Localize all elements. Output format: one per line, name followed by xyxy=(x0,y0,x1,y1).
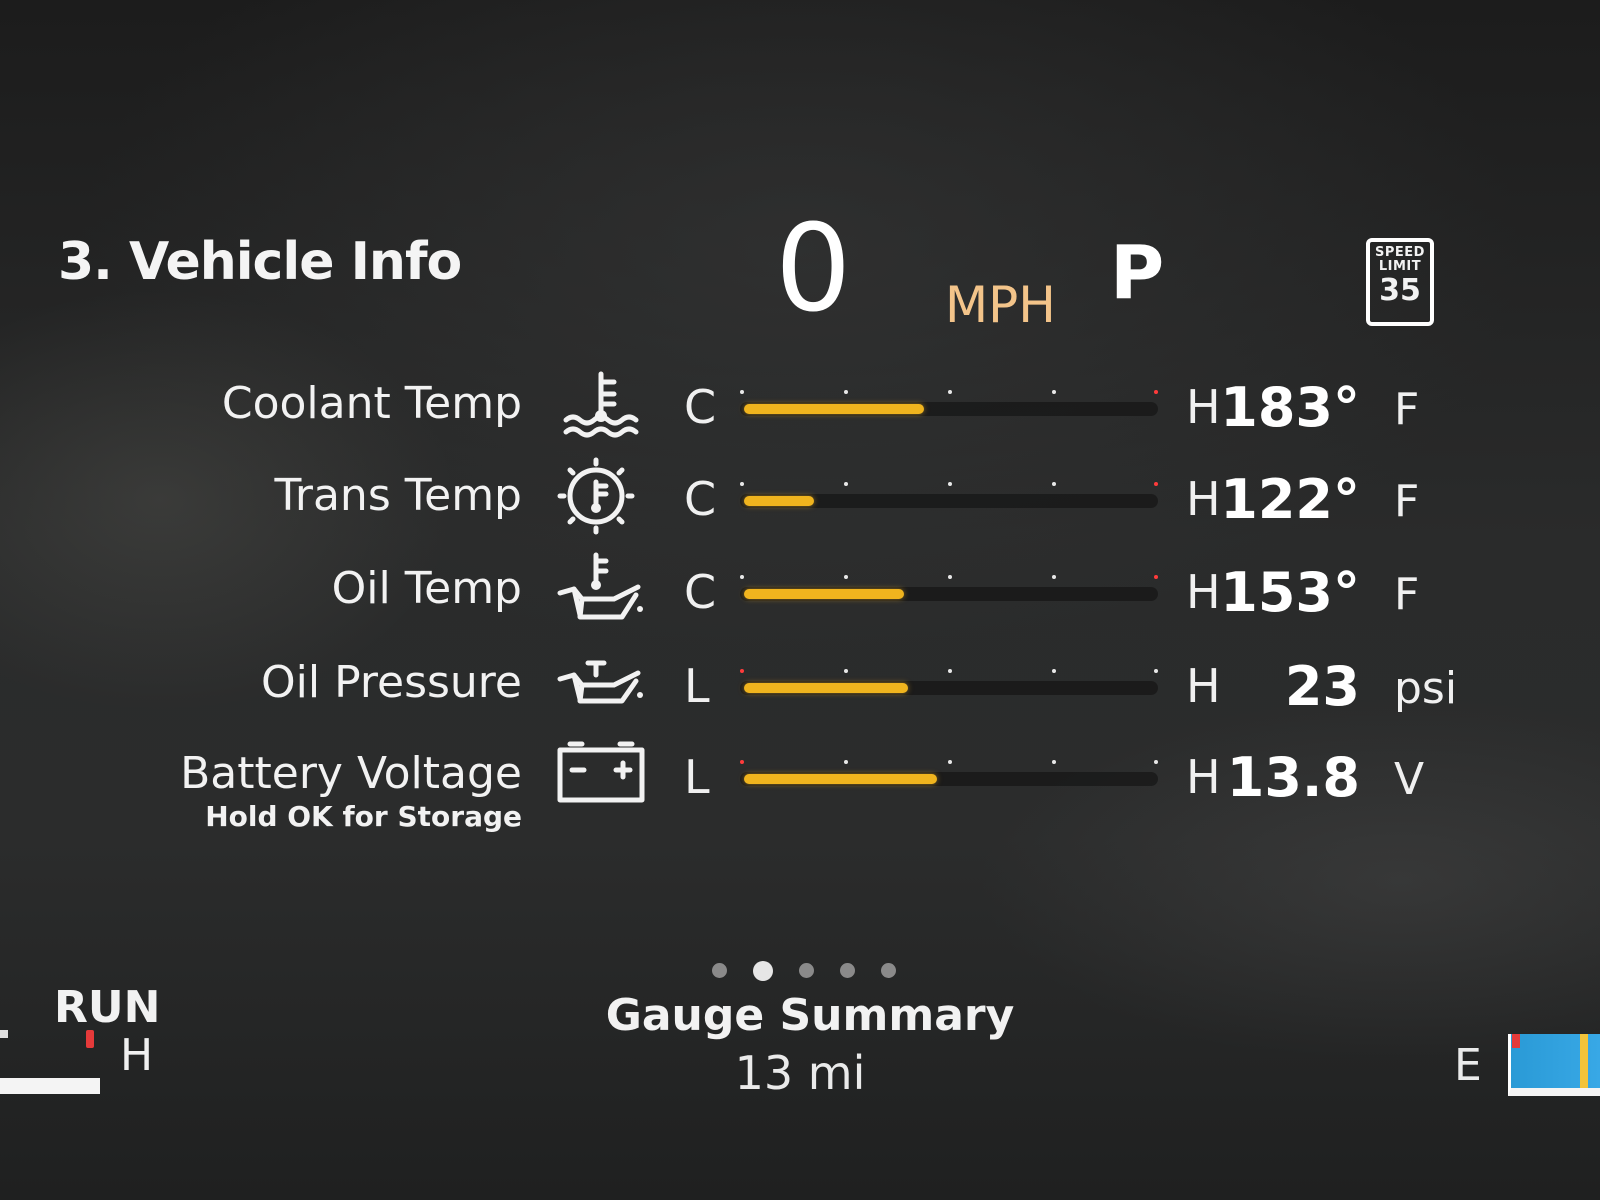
gauge-label: Battery Voltage xyxy=(180,748,522,799)
temp-gauge-high-label: H xyxy=(120,1030,154,1081)
gauge-tick xyxy=(844,482,848,486)
gauge-fill xyxy=(744,496,814,506)
gauge-tick xyxy=(1154,669,1158,673)
gauge-row-coolant-temp: Coolant Temp C H 183° F xyxy=(0,371,1600,458)
gauge-fill xyxy=(744,774,937,784)
battery-icon xyxy=(556,738,646,818)
gauge-fill xyxy=(744,683,908,693)
gauge-low-label: L xyxy=(684,750,710,804)
page-name: Gauge Summary xyxy=(605,990,1015,1041)
gauge-warning-tick xyxy=(1154,575,1158,579)
gauge-tick xyxy=(948,390,952,394)
gauge-label: Coolant Temp xyxy=(221,378,522,429)
gauge-low-label: C xyxy=(684,380,717,434)
gauge-fill xyxy=(744,589,904,599)
gauge-sublabel: Hold OK for Storage xyxy=(205,800,522,833)
speed-limit-value: 35 xyxy=(1379,273,1421,308)
gauge-tick xyxy=(1052,575,1056,579)
gauge-warning-tick xyxy=(1154,390,1158,394)
page-dot[interactable] xyxy=(881,963,896,978)
gauge-bar xyxy=(740,669,1158,695)
speed-unit: MPH xyxy=(945,276,1056,334)
gauge-tick xyxy=(948,760,952,764)
gauge-tick xyxy=(740,575,744,579)
gauge-tick xyxy=(740,482,744,486)
speed-limit-label-line1: SPEED xyxy=(1375,245,1425,260)
gauge-high-label: H xyxy=(1186,472,1221,526)
page-dot[interactable] xyxy=(799,963,814,978)
temp-gauge-stub xyxy=(0,1030,8,1038)
gauge-tick xyxy=(1052,760,1056,764)
gauge-warning-tick xyxy=(740,760,744,764)
trans-temp-icon xyxy=(556,457,646,540)
gauge-bar xyxy=(740,760,1158,786)
instrument-cluster-screen: 3. Vehicle Info 0 MPH P SPEED LIMIT 35 C… xyxy=(0,0,1600,1200)
gauge-tick xyxy=(1052,669,1056,673)
fuel-needle xyxy=(1580,1034,1588,1088)
temp-gauge-bar xyxy=(0,1078,100,1094)
gauge-tick xyxy=(1154,760,1158,764)
page-indicator[interactable] xyxy=(712,960,922,982)
gauge-value: 13.8 xyxy=(1226,746,1360,809)
gauge-bar xyxy=(740,575,1158,601)
gauge-row-oil-temp: Oil Temp C H 153° F xyxy=(0,552,1600,643)
gauge-bar xyxy=(740,482,1158,508)
run-indicator: RUN xyxy=(54,982,161,1033)
gauge-value: 23 xyxy=(1284,655,1360,718)
gauge-row-battery-voltage: Battery Voltage Hold OK for Storage L H … xyxy=(0,741,1600,833)
gauge-unit: F xyxy=(1394,476,1420,527)
trip-distance: 13 mi xyxy=(734,1046,866,1100)
gauge-value: 122° xyxy=(1220,468,1360,531)
gauge-row-trans-temp: Trans Temp C H 122° F xyxy=(0,457,1600,550)
speed-limit-label: SPEED LIMIT xyxy=(1370,246,1430,274)
gauge-row-oil-pressure: Oil Pressure L H 23 psi xyxy=(0,655,1600,737)
fuel-warning-marker xyxy=(1512,1034,1520,1048)
gauge-tick xyxy=(844,575,848,579)
coolant-temp-icon xyxy=(556,368,646,448)
gauge-low-label: L xyxy=(684,659,710,713)
gauge-unit: F xyxy=(1394,384,1420,435)
gauge-tick xyxy=(844,760,848,764)
gear-indicator: P xyxy=(1110,230,1165,316)
gauge-tick xyxy=(844,390,848,394)
gauge-high-label: H xyxy=(1186,565,1221,619)
gauge-value: 153° xyxy=(1220,561,1360,624)
gauge-tick xyxy=(948,575,952,579)
temp-gauge-warning-marker xyxy=(86,1030,94,1048)
gauge-bar xyxy=(740,390,1158,416)
gauge-tick xyxy=(948,669,952,673)
oil-pressure-icon xyxy=(556,647,646,727)
gauge-high-label: H xyxy=(1186,659,1221,713)
gauge-low-label: C xyxy=(684,472,717,526)
gauge-high-label: H xyxy=(1186,380,1221,434)
gauge-label: Oil Temp xyxy=(331,563,522,614)
gauge-unit: F xyxy=(1394,569,1420,620)
oil-temp-icon xyxy=(556,552,646,633)
speed-limit-sign: SPEED LIMIT 35 xyxy=(1366,238,1434,326)
gauge-warning-tick xyxy=(740,669,744,673)
speedometer-value: 0 xyxy=(775,200,852,339)
page-title: 3. Vehicle Info xyxy=(58,232,462,292)
gauge-tick xyxy=(740,390,744,394)
gauge-fill xyxy=(744,404,924,414)
gauge-tick xyxy=(844,669,848,673)
page-dot[interactable] xyxy=(712,963,727,978)
page-dot[interactable] xyxy=(753,960,773,981)
speed-limit-label-line2: LIMIT xyxy=(1378,259,1422,274)
gauge-tick xyxy=(948,482,952,486)
gauge-unit: psi xyxy=(1394,663,1458,714)
gauge-value: 183° xyxy=(1220,376,1360,439)
gauge-high-label: H xyxy=(1186,750,1221,804)
gauge-label: Oil Pressure xyxy=(261,657,522,708)
fuel-empty-label: E xyxy=(1454,1040,1482,1091)
gauge-label: Trans Temp xyxy=(274,470,522,521)
gauge-tick xyxy=(1052,482,1056,486)
gauge-warning-tick xyxy=(1154,482,1158,486)
gauge-low-label: C xyxy=(684,565,717,619)
gauge-tick xyxy=(1052,390,1056,394)
gauge-unit: V xyxy=(1394,754,1425,805)
page-dot[interactable] xyxy=(840,963,855,978)
